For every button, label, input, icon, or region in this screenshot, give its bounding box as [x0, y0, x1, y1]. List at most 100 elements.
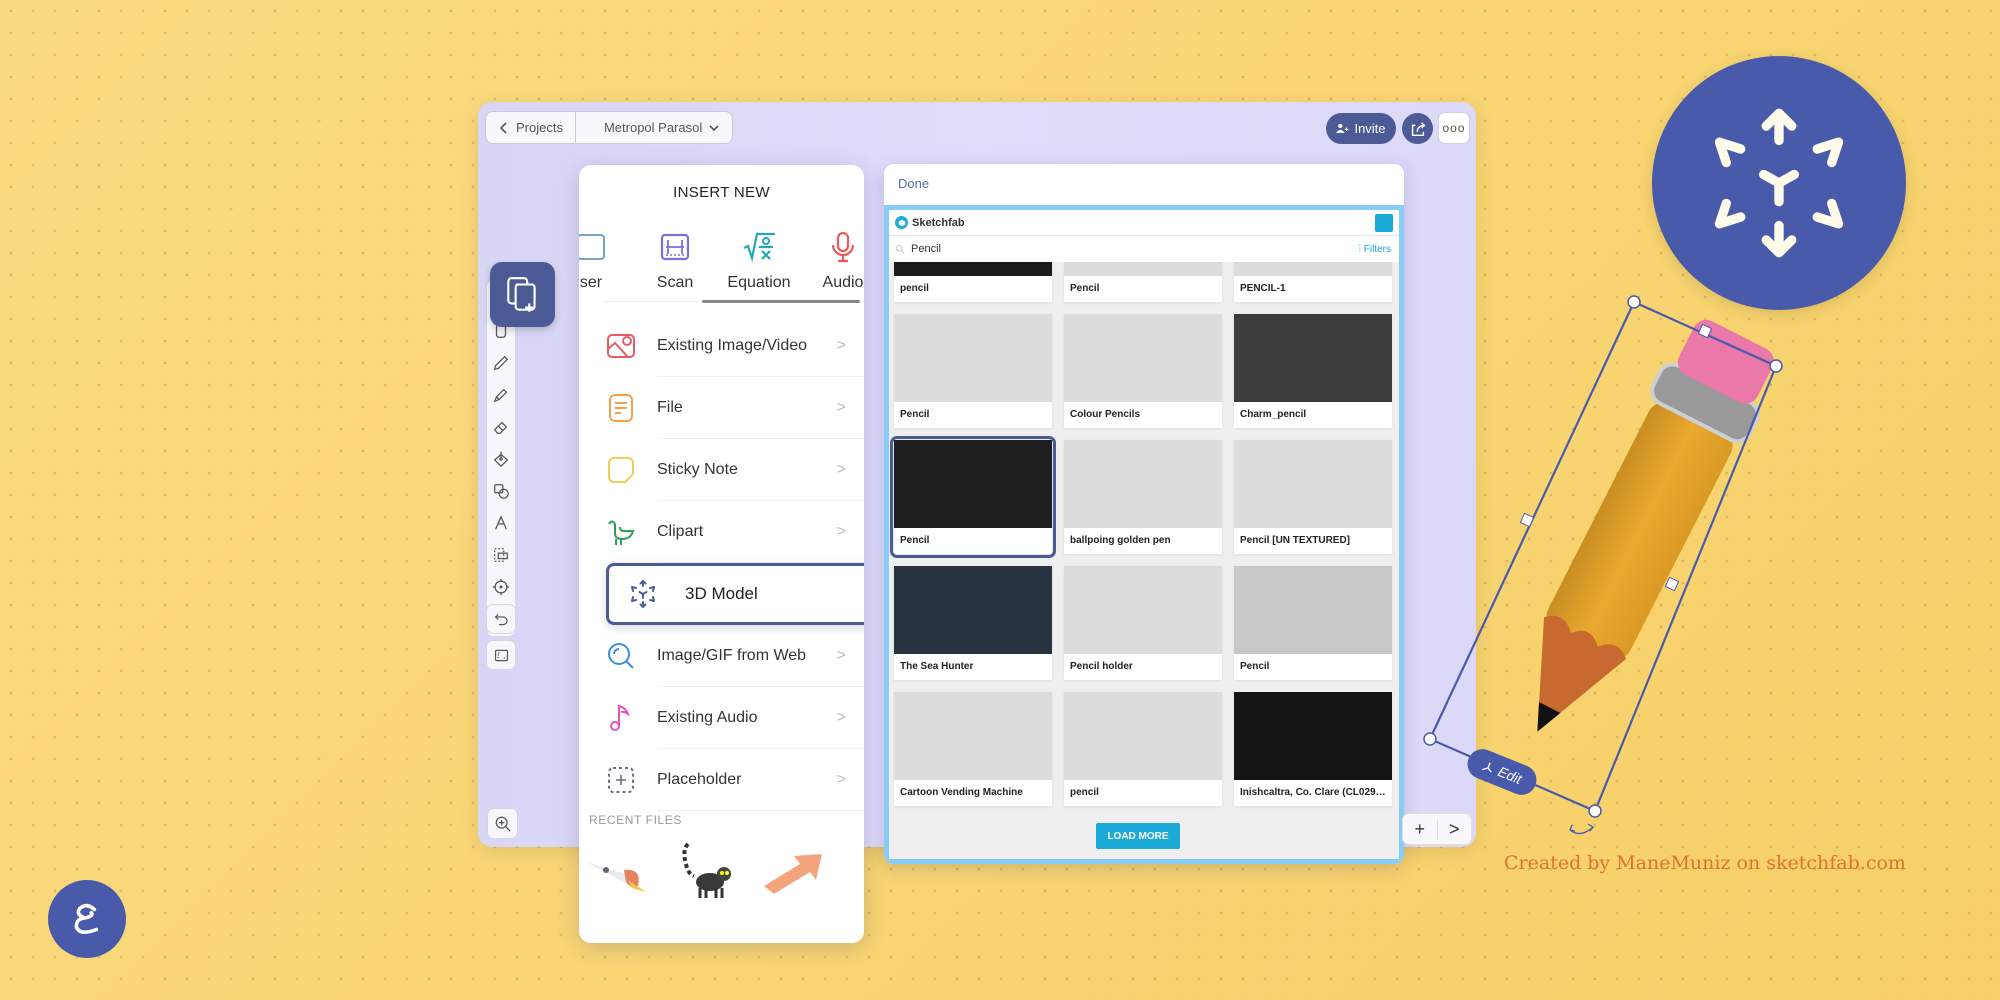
resize-handle[interactable]	[1627, 295, 1641, 309]
partial-clipart[interactable]	[848, 840, 864, 900]
result-card[interactable]: Pencil [UN TEXTURED]	[1234, 440, 1392, 554]
result-card[interactable]: The Sea Hunter	[894, 566, 1052, 680]
fill-tool[interactable]	[491, 449, 511, 468]
menu-item-existing-image-video[interactable]: Existing Image/Video >	[579, 315, 864, 377]
microphone-icon	[831, 231, 855, 263]
3d-model-icon	[631, 579, 655, 609]
sketchfab-brand: Sketchfab	[912, 216, 965, 229]
done-button[interactable]: Done	[898, 176, 929, 191]
pen-tool[interactable]	[491, 353, 511, 372]
shapes-tool[interactable]	[491, 481, 511, 500]
bird-icon	[608, 520, 635, 545]
zoom-in-icon	[495, 816, 511, 832]
browser-icon	[579, 234, 605, 260]
drawing-toolbar	[486, 280, 516, 637]
result-card[interactable]: ballpoing golden pen	[1064, 440, 1222, 554]
project-selector[interactable]: Metropol Parasol	[574, 112, 732, 143]
menu-item-label: Placeholder	[657, 771, 742, 788]
more-options-button[interactable]: ooo	[1438, 112, 1470, 144]
result-card[interactable]: Pencil	[1234, 566, 1392, 680]
filters-label: Filters	[1363, 243, 1391, 255]
edit-label: Edit	[1495, 763, 1525, 788]
chevron-right-icon: >	[836, 709, 846, 726]
filters-button[interactable]: ⫶ Filters	[1358, 244, 1391, 255]
laser-pointer-tool[interactable]	[491, 577, 511, 596]
menu-item-existing-audio[interactable]: Existing Audio >	[579, 687, 864, 749]
highlighter-tool[interactable]	[491, 385, 511, 404]
share-button[interactable]	[1402, 113, 1433, 144]
eraser-tool[interactable]	[491, 417, 511, 436]
undo-button[interactable]	[486, 604, 516, 634]
project-name: Metropol Parasol	[603, 120, 703, 135]
rocket-clipart[interactable]	[584, 840, 654, 900]
edge-handle[interactable]	[1664, 576, 1680, 592]
lemur-clipart[interactable]	[672, 840, 742, 900]
frame-button[interactable]	[486, 640, 516, 670]
menu-item-file[interactable]: File >	[579, 377, 864, 439]
chevron-down-icon	[709, 124, 719, 131]
sticky-note-icon	[608, 457, 634, 483]
result-card[interactable]: Pencil holder	[1064, 566, 1222, 680]
quick-item-equation[interactable]: Equation	[717, 230, 801, 292]
result-card[interactable]: Inishcaltra, Co. Clare (CL029-0...	[1234, 692, 1392, 806]
rotate-handle-icon[interactable]	[1569, 823, 1594, 835]
sketchfab-browser: Sketchfab Pencil ⫶ Filters pencil Pencil P…	[889, 210, 1399, 859]
menu-item-sticky-note[interactable]: Sticky Note >	[579, 439, 864, 501]
load-more-button[interactable]: LOAD MORE	[1096, 823, 1180, 849]
result-thumbnail	[894, 314, 1052, 402]
text-tool[interactable]	[491, 513, 511, 532]
resize-handle[interactable]	[1423, 732, 1437, 746]
menu-item-label: File	[657, 399, 683, 416]
result-card[interactable]: pencil	[894, 262, 1052, 302]
invite-button[interactable]: Invite	[1326, 113, 1396, 144]
search-input[interactable]: Pencil	[911, 243, 941, 255]
credit-text: Created by ManeMuniz on sketchfab.com	[1504, 852, 1906, 874]
result-title: Charm_pencil	[1240, 409, 1307, 420]
search-bar[interactable]: Pencil ⫶ Filters	[889, 236, 1399, 262]
text-icon	[495, 514, 507, 530]
result-card[interactable]: PENCIL-1	[1234, 262, 1392, 302]
result-card[interactable]: Colour Pencils	[1064, 314, 1222, 428]
pen-icon	[493, 355, 509, 370]
quick-row-scrollbar[interactable]	[702, 300, 860, 303]
result-card[interactable]: Cartoon Vending Machine	[894, 692, 1052, 806]
insert-new-menu: INSERT NEW ser Scan Equation Audio Exist…	[579, 165, 864, 943]
frame-icon	[494, 649, 508, 661]
zoom-in-button[interactable]	[487, 808, 518, 839]
result-title: Pencil	[900, 535, 930, 546]
quick-insert-row: ser Scan Equation Audio	[579, 230, 864, 292]
quick-item-label: Equation	[727, 274, 791, 291]
result-title: Pencil	[900, 409, 930, 420]
edge-handle[interactable]	[1519, 512, 1535, 528]
menu-item-3d-model[interactable]: 3D Model	[606, 563, 864, 625]
lasso-tool[interactable]	[491, 545, 511, 564]
result-thumbnail	[894, 262, 1052, 276]
quick-item-browser[interactable]: ser	[579, 230, 633, 292]
result-title: pencil	[1070, 787, 1099, 798]
menu-item-placeholder[interactable]: Placeholder >	[579, 749, 864, 811]
menu-item-clipart[interactable]: Clipart >	[579, 501, 864, 563]
recent-files-row	[584, 840, 864, 900]
back-to-projects-button[interactable]: Projects	[486, 112, 575, 143]
result-card[interactable]: Pencil	[1064, 262, 1222, 302]
arrow-clipart[interactable]	[760, 840, 830, 900]
result-card[interactable]: Pencil	[890, 436, 1056, 558]
menu-item-image-gif-from-web[interactable]: Image/GIF from Web >	[579, 625, 864, 687]
result-thumbnail	[1234, 692, 1392, 780]
quick-item-audio[interactable]: Audio	[801, 230, 864, 292]
result-card[interactable]: pencil	[1064, 692, 1222, 806]
copy-add-icon	[506, 276, 536, 312]
resize-handle[interactable]	[1769, 359, 1783, 373]
result-title: PENCIL-1	[1240, 283, 1286, 294]
quick-item-label: Scan	[656, 274, 694, 291]
result-card[interactable]: Charm_pencil	[1234, 314, 1392, 428]
breadcrumb: Projects Metropol Parasol	[485, 111, 734, 144]
result-title: Inishcaltra, Co. Clare (CL029-0...	[1240, 787, 1392, 798]
user-avatar-icon[interactable]	[1375, 214, 1393, 232]
result-thumbnail	[1234, 314, 1392, 402]
resize-handle[interactable]	[1588, 804, 1602, 818]
insert-new-button[interactable]	[490, 262, 555, 327]
chevron-right-icon: >	[836, 461, 846, 478]
result-card[interactable]: Pencil	[894, 314, 1052, 428]
quick-item-scan[interactable]: Scan	[633, 230, 717, 292]
